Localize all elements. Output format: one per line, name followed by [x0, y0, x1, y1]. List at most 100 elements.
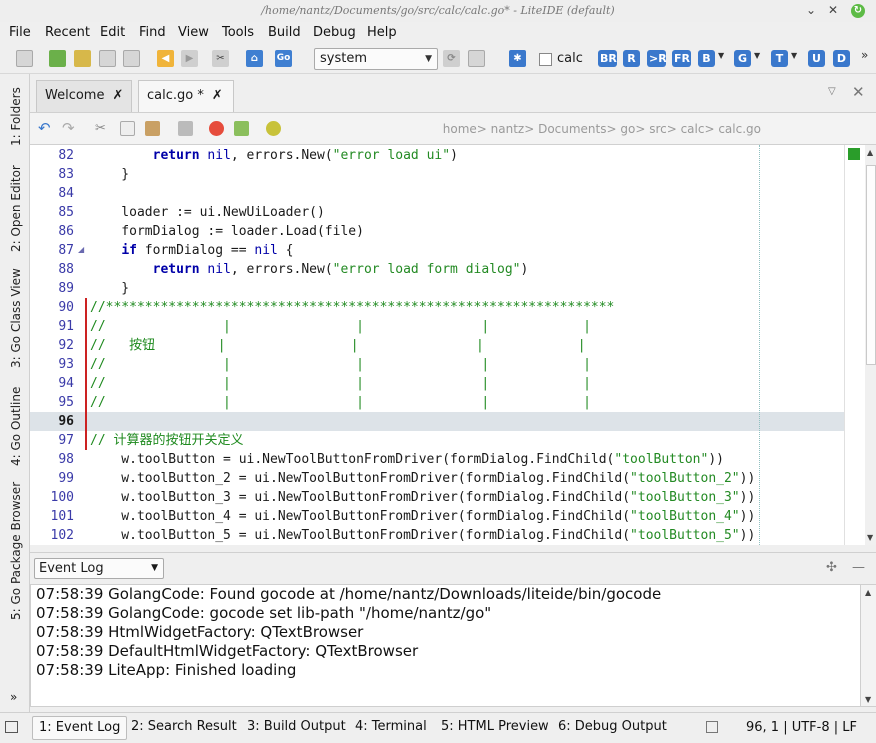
menu-find[interactable]: Find — [139, 25, 166, 40]
record-icon[interactable] — [209, 121, 224, 136]
menu-recent[interactable]: Recent — [45, 25, 90, 40]
debug-button[interactable]: D — [833, 50, 850, 67]
copy-icon[interactable] — [120, 121, 135, 136]
test-dropdown-icon[interactable]: ▼ — [791, 51, 797, 60]
redo-icon[interactable]: ↷ — [62, 121, 77, 136]
menu-debug[interactable]: Debug — [313, 25, 356, 40]
calc-checkbox[interactable] — [539, 53, 552, 66]
new-file-icon[interactable] — [16, 50, 33, 67]
code-line[interactable]: 96 — [30, 412, 844, 431]
code-line[interactable]: 84 — [30, 184, 844, 203]
side-tab-go-package-browser[interactable]: 5: Go Package Browser — [9, 482, 23, 620]
log-scrollbar[interactable]: ▲ ▼ — [861, 584, 876, 707]
home-icon[interactable]: ⌂ — [246, 50, 263, 67]
build-button[interactable]: B — [698, 50, 715, 67]
file-run-button[interactable]: FR — [672, 50, 691, 67]
side-more-icon[interactable]: » — [10, 690, 17, 704]
code-line[interactable]: 92 // 按钮 | | | | — [30, 336, 844, 355]
code-line[interactable]: 98 w.toolButton = ui.NewToolButtonFromDr… — [30, 450, 844, 469]
refresh-icon[interactable]: ⟳ — [443, 50, 460, 67]
code-line[interactable]: 102 w.toolButton_5 = ui.NewToolButtonFro… — [30, 526, 844, 545]
undo-icon[interactable]: ↶ — [38, 121, 53, 136]
close-icon[interactable]: ✗ — [112, 88, 123, 103]
environment-select[interactable]: system ▼ — [314, 48, 438, 70]
code-line[interactable]: 94 // | | | | — [30, 374, 844, 393]
scroll-up-icon[interactable]: ▲ — [867, 148, 873, 157]
bottom-tab-build-output[interactable]: 3: Build Output — [241, 716, 352, 740]
code-line[interactable]: 88 return nil, errors.New("error load fo… — [30, 260, 844, 279]
open-file-icon[interactable] — [49, 50, 66, 67]
code-line[interactable]: 99 w.toolButton_2 = ui.NewToolButtonFrom… — [30, 469, 844, 488]
code-line[interactable]: 97 // 计算器的按钮开关定义 — [30, 431, 844, 450]
code-line[interactable]: 90 //************************************… — [30, 298, 844, 317]
maximize-icon[interactable]: ✕ — [828, 3, 838, 17]
forward-icon[interactable]: ▶ — [181, 50, 198, 67]
close-window-icon[interactable]: ↻ — [851, 4, 865, 18]
test-button[interactable]: T — [771, 50, 788, 67]
bottom-tab-html-preview[interactable]: 5: HTML Preview — [435, 716, 555, 740]
tab-calc-go[interactable]: calc.go * ✗ — [138, 80, 234, 112]
code-line[interactable]: 87 ◢ if formDialog == nil { — [30, 241, 844, 260]
side-tab-open-editor[interactable]: 2: Open Editor — [9, 165, 23, 252]
settings-gear-icon[interactable]: ✱ — [509, 50, 526, 67]
code-line[interactable]: 100 w.toolButton_3 = ui.NewToolButtonFro… — [30, 488, 844, 507]
close-icon[interactable]: ✗ — [212, 88, 223, 103]
menu-help[interactable]: Help — [367, 25, 397, 40]
menu-edit[interactable]: Edit — [100, 25, 125, 40]
scroll-down-icon[interactable]: ▼ — [865, 695, 871, 704]
save-icon[interactable] — [99, 50, 116, 67]
paste-icon[interactable] — [145, 121, 160, 136]
side-tab-go-class-view[interactable]: 3: Go Class View — [9, 268, 23, 368]
side-tab-folders[interactable]: 1: Folders — [9, 87, 23, 146]
code-line[interactable]: 91 // | | | | — [30, 317, 844, 336]
code-line[interactable]: 82 return nil, errors.New("error load ui… — [30, 146, 844, 165]
minimize-icon[interactable]: ⌄ — [806, 3, 816, 17]
event-log[interactable]: 07:58:39 GolangCode: Found gocode at /ho… — [30, 584, 861, 707]
minimize-panel-icon[interactable]: — — [852, 560, 865, 575]
get-dropdown-icon[interactable]: ▼ — [754, 51, 760, 60]
tools-icon[interactable]: ✂ — [212, 50, 229, 67]
code-line[interactable]: 101 w.toolButton_4 = ui.NewToolButtonFro… — [30, 507, 844, 526]
toolbar-overflow-icon[interactable]: » — [861, 48, 868, 62]
save-all-icon[interactable] — [123, 50, 140, 67]
back-icon[interactable]: ◀ — [157, 50, 174, 67]
menu-file[interactable]: File — [9, 25, 31, 40]
build-dropdown-icon[interactable]: ▼ — [718, 51, 724, 60]
log-select[interactable]: Event Log ▼ — [34, 558, 164, 579]
scroll-down-icon[interactable]: ▼ — [867, 533, 873, 542]
code-line[interactable]: 93 // | | | | — [30, 355, 844, 374]
tab-welcome[interactable]: Welcome ✗ — [36, 80, 132, 112]
code-line[interactable]: 95 // | | | | — [30, 393, 844, 412]
toggle-panel-icon[interactable] — [706, 721, 718, 733]
goto-icon[interactable] — [266, 121, 281, 136]
build-run-button[interactable]: BR — [598, 50, 617, 67]
bottom-tab-terminal[interactable]: 4: Terminal — [349, 716, 433, 740]
close-all-icon[interactable]: ✕ — [852, 83, 865, 101]
editor-scrollbar[interactable]: ▲ ▼ — [844, 145, 876, 545]
get-button[interactable]: G — [734, 50, 751, 67]
code-line[interactable]: 86 formDialog := loader.Load(file) — [30, 222, 844, 241]
side-tab-go-outline[interactable]: 4: Go Outline — [9, 387, 23, 466]
fold-marker-icon[interactable]: ◢ — [78, 245, 84, 254]
breadcrumb[interactable]: home> nantz> Documents> go> src> calc> c… — [443, 122, 761, 136]
go-icon[interactable]: Go — [275, 50, 292, 67]
run-term-button[interactable]: >R — [647, 50, 667, 67]
scroll-up-icon[interactable]: ▲ — [865, 588, 871, 597]
scroll-thumb[interactable] — [866, 165, 876, 365]
menu-build[interactable]: Build — [268, 25, 301, 40]
bottom-tab-debug-output[interactable]: 6: Debug Output — [552, 716, 673, 740]
code-line[interactable]: 83 } — [30, 165, 844, 184]
bottom-tab-event-log[interactable]: 1: Event Log — [32, 716, 128, 740]
code-line[interactable]: 85 loader := ui.NewUiLoader() — [30, 203, 844, 222]
lock-icon[interactable] — [178, 121, 193, 136]
code-line[interactable]: 89 } — [30, 279, 844, 298]
code-editor[interactable]: 82 return nil, errors.New("error load ui… — [30, 145, 876, 545]
open-folder-icon[interactable] — [74, 50, 91, 67]
update-button[interactable]: U — [808, 50, 825, 67]
terminal-icon[interactable] — [468, 50, 485, 67]
menu-view[interactable]: View — [178, 25, 209, 40]
run-button[interactable]: R — [623, 50, 640, 67]
image-icon[interactable] — [234, 121, 249, 136]
bottom-tab-search-result[interactable]: 2: Search Result — [125, 716, 243, 740]
move-icon[interactable]: ✣ — [826, 560, 837, 575]
